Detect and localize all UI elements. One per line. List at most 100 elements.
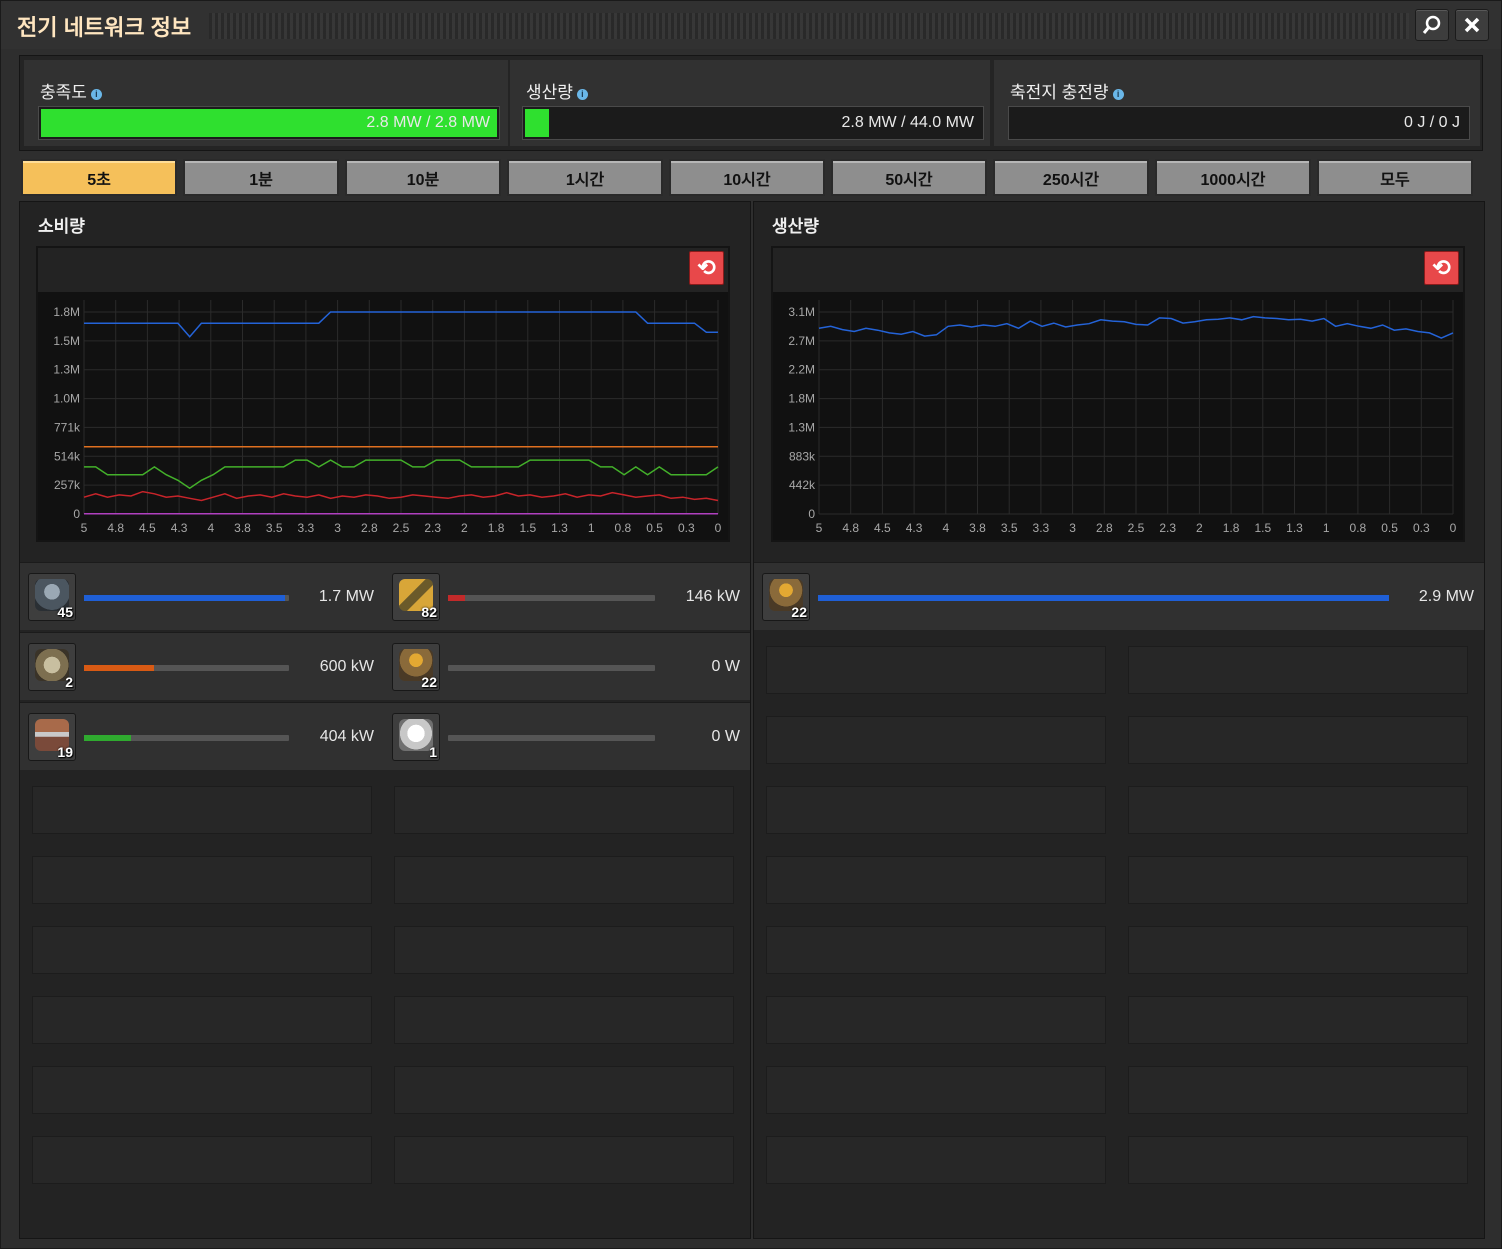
x-tick-label: 3.8: [969, 521, 986, 535]
x-tick-label: 3.3: [298, 521, 315, 535]
tab-all[interactable]: 모두: [1317, 159, 1473, 196]
list-item[interactable]: 1 0 W: [384, 702, 750, 770]
power-value: 0 W: [711, 658, 740, 675]
empty-slot: [394, 1066, 734, 1114]
empty-slot: [766, 926, 1106, 974]
list-item[interactable]: 19 404 kW: [20, 702, 384, 770]
x-tick-label: 3.5: [266, 521, 283, 535]
info-icon[interactable]: i: [576, 89, 588, 100]
accumulator-bar: 0 J / 0 J: [1008, 106, 1470, 140]
x-tick-label: 0.5: [646, 521, 663, 535]
x-tick-label: 1.5: [1254, 521, 1271, 535]
production-reset-button[interactable]: ⟲: [1424, 251, 1459, 285]
production-bar-fill: [525, 109, 549, 137]
power-value: 600 kW: [319, 658, 374, 675]
empty-slot: [32, 1136, 372, 1184]
power-bar-fill: [84, 665, 154, 671]
x-tick-label: 4.5: [139, 521, 156, 535]
entity-icon-slot[interactable]: 45: [28, 573, 76, 621]
list-item[interactable]: 82 146 kW: [384, 562, 750, 630]
power-value: 404 kW: [319, 728, 374, 745]
production-label-text: 생산량: [526, 83, 573, 102]
empty-slot: [32, 786, 372, 834]
list-item[interactable]: 22 0 W: [384, 632, 750, 700]
accumulator-stat: 축전지 충전량 i 0 J / 0 J: [994, 60, 1480, 146]
search-button[interactable]: [1415, 9, 1449, 41]
power-bar: [84, 595, 289, 601]
list-item[interactable]: 22 2.9 MW: [754, 562, 1484, 630]
x-tick-label: 1.3: [551, 521, 568, 535]
tab-250h[interactable]: 250시간: [993, 159, 1149, 196]
close-icon: [1464, 17, 1480, 33]
info-icon[interactable]: i: [90, 89, 102, 100]
x-tick-label: 4.5: [874, 521, 891, 535]
power-bar: [448, 735, 655, 741]
entity-icon-slot[interactable]: 22: [392, 643, 440, 691]
empty-slot: [1128, 1136, 1468, 1184]
drag-handle[interactable]: [209, 13, 1409, 39]
empty-slot: [394, 996, 734, 1044]
x-tick-label: 2.3: [1159, 521, 1176, 535]
x-tick-label: 1.8: [488, 521, 505, 535]
x-tick-label: 0: [715, 521, 722, 535]
x-tick-label: 3.8: [234, 521, 251, 535]
power-bar-fill: [84, 595, 285, 601]
power-value: 2.9 MW: [1418, 588, 1474, 605]
window-title: 전기 네트워크 정보: [17, 15, 192, 40]
empty-slot: [1128, 1066, 1468, 1114]
power-bar: [448, 665, 655, 671]
y-tick-label: 883k: [789, 449, 816, 463]
tab-1000h[interactable]: 1000시간: [1155, 159, 1311, 196]
satisfaction-label-text: 충족도: [40, 83, 87, 102]
consumption-reset-button[interactable]: ⟲: [689, 251, 724, 285]
close-button[interactable]: [1455, 9, 1489, 41]
empty-slot: [32, 996, 372, 1044]
x-tick-label: 4.3: [171, 521, 188, 535]
title-bar[interactable]: 전기 네트워크 정보: [1, 1, 1501, 49]
x-tick-label: 4.8: [107, 521, 124, 535]
satisfaction-value: 2.8 MW / 2.8 MW: [366, 114, 490, 131]
empty-slot: [394, 856, 734, 904]
empty-slot: [766, 1136, 1106, 1184]
entity-icon-slot[interactable]: 19: [28, 713, 76, 761]
info-icon[interactable]: i: [1112, 89, 1124, 100]
empty-slot: [766, 996, 1106, 1044]
tab-10m[interactable]: 10분: [345, 159, 501, 196]
power-bar: [818, 595, 1389, 601]
entity-count: 82: [421, 604, 437, 620]
x-tick-label: 3.5: [1001, 521, 1018, 535]
tab-50h[interactable]: 50시간: [831, 159, 987, 196]
entity-icon-slot[interactable]: 1: [392, 713, 440, 761]
tab-1m[interactable]: 1분: [183, 159, 339, 196]
x-tick-label: 1.8: [1223, 521, 1240, 535]
production-value: 2.8 MW / 44.0 MW: [841, 114, 974, 131]
power-bar: [448, 595, 655, 601]
y-tick-label: 257k: [54, 478, 81, 492]
empty-slot: [766, 856, 1106, 904]
x-tick-label: 4: [942, 521, 949, 535]
tab-10h[interactable]: 10시간: [669, 159, 825, 196]
y-tick-label: 0: [808, 507, 815, 521]
reset-icon: ⟲: [1432, 255, 1451, 280]
x-tick-label: 3: [334, 521, 341, 535]
entity-icon-slot[interactable]: 82: [392, 573, 440, 621]
list-item[interactable]: 45 1.7 MW: [20, 562, 384, 630]
entity-count: 22: [421, 674, 437, 690]
consumption-title: 소비량: [38, 217, 85, 236]
empty-slot: [1128, 646, 1468, 694]
tab-5s[interactable]: 5초: [21, 159, 177, 196]
list-item[interactable]: 2 600 kW: [20, 632, 384, 700]
x-tick-label: 1.5: [519, 521, 536, 535]
tab-1h[interactable]: 1시간: [507, 159, 663, 196]
y-tick-label: 1.8M: [788, 392, 815, 406]
entity-icon-slot[interactable]: 2: [28, 643, 76, 691]
power-value: 1.7 MW: [318, 588, 374, 605]
y-tick-label: 3.1M: [788, 305, 815, 319]
y-tick-label: 2.2M: [788, 363, 815, 377]
accumulator-value: 0 J / 0 J: [1403, 114, 1460, 131]
y-tick-label: 2.7M: [788, 334, 815, 348]
entity-icon-slot[interactable]: 22: [762, 573, 810, 621]
x-tick-label: 4.8: [842, 521, 859, 535]
y-tick-label: 442k: [789, 478, 816, 492]
x-tick-label: 2.8: [361, 521, 378, 535]
